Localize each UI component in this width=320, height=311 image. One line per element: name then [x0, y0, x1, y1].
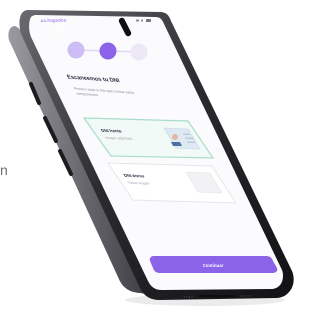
step-3-inactive — [130, 43, 148, 61]
card-dni-front-label: DNI frente — [100, 128, 123, 133]
stepper — [67, 41, 148, 61]
card-dni-back-label: DNI dorso — [123, 173, 146, 178]
id-photo-face — [172, 134, 178, 140]
card-dni-back-hint: Tomar imagen — [127, 181, 150, 185]
product-mockup-stage: n cs.hagadoo Escaneemos tu DNI Primero s… — [0, 0, 303, 311]
step-2-active — [99, 42, 117, 60]
signal-icon — [136, 19, 139, 22]
continue-button-label: Continuar — [203, 263, 224, 268]
battery-icon — [146, 19, 151, 22]
phone-mockup: cs.hagadoo Escaneemos tu DNI Primero sub… — [8, 10, 294, 306]
continue-button[interactable]: Continuar — [149, 256, 278, 273]
wifi-icon — [140, 19, 144, 22]
step-1-done — [67, 41, 85, 59]
